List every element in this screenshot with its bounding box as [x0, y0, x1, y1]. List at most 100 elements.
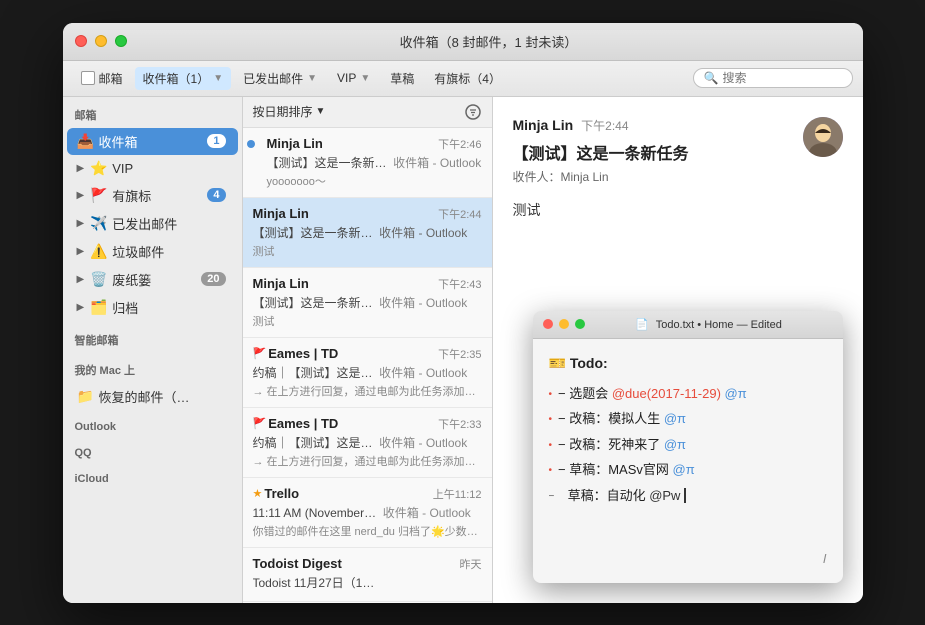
todo-tag-1: @π [664, 411, 686, 426]
sort-chevron-icon: ▼ [316, 106, 326, 117]
sidebar-section-smart: 智能邮箱 [63, 322, 242, 352]
close-button[interactable] [75, 35, 87, 47]
email-item-0[interactable]: Minja Lin 下午2:46 【测试】这是一条新… 收件箱 - Outloo… [243, 128, 492, 198]
email-header-4: 🚩 Eames | TD 下午2:33 [253, 416, 482, 432]
flagged-disclosure-icon: ▶ [77, 190, 85, 201]
email-sender-1: Minja Lin [253, 206, 439, 221]
sidebar-item-inbox[interactable]: 📥 收件箱 1 [67, 128, 238, 155]
filter-icon[interactable] [464, 103, 482, 121]
sidebar-item-recovered[interactable]: 📁 恢复的邮件（… [67, 383, 238, 410]
email-sender-6: Todoist Digest [253, 556, 460, 571]
sent-icon: ✈️ [90, 215, 106, 232]
todo-item-2: • − 改稿：死神来了 @π [549, 433, 827, 456]
email-header-1: Minja Lin 下午2:44 [253, 206, 482, 222]
todo-bullet-1: • [549, 411, 553, 429]
sidebar-recovered-label: 恢复的邮件（… [99, 387, 190, 406]
sidebar-archive-label: 归档 [112, 298, 138, 317]
email-item-3[interactable]: 🚩 Eames | TD 下午2:35 约稿｜【测试】这是… 收件箱 - Out… [243, 338, 492, 408]
inbox-tab-button[interactable]: 收件箱（1） ▼ [135, 67, 232, 90]
flagged-badge: 4 [207, 188, 225, 202]
mailbox-label: 邮箱 [99, 70, 123, 87]
todo-bullet-3: • [549, 462, 553, 480]
floating-close-button[interactable] [543, 319, 553, 329]
todo-item-4: − 草稿：自动化 @Pw [549, 484, 827, 507]
floating-body[interactable]: 🎫 Todo: • − 选题会 @due(2017-11-29) @π • − … [533, 339, 843, 583]
email-subject-3: 约稿｜【测试】这是… 收件箱 - Outlook [253, 364, 482, 381]
trash-badge: 20 [201, 272, 225, 286]
email-body: 测试 [513, 199, 843, 221]
trash-disclosure-icon: ▶ [77, 274, 85, 285]
search-input[interactable] [722, 71, 842, 85]
email-sender-4: Eames | TD [268, 416, 438, 431]
todo-bullet-2: • [549, 437, 553, 455]
sent-button[interactable]: 已发出邮件 ▼ [235, 67, 325, 90]
sidebar: 邮箱 📥 收件箱 1 ▶ ⭐ VIP ▶ 🚩 有旗标 4 ▶ ✈️ 已发出邮件 [63, 97, 243, 603]
sidebar-section-icloud: iCloud [63, 463, 242, 489]
flag-indicator-4: 🚩 [253, 417, 267, 430]
email-item-1[interactable]: Minja Lin 下午2:44 【测试】这是一条新… 收件箱 - Outloo… [243, 198, 492, 268]
email-item-2[interactable]: Minja Lin 下午2:43 【测试】这是一条新… 收件箱 - Outloo… [243, 268, 492, 338]
sort-button[interactable]: 按日期排序 ▼ [253, 103, 326, 120]
avatar [803, 117, 843, 157]
todo-due-0: @due(2017-11-29) [612, 386, 721, 401]
titlebar: 收件箱（8 封邮件，1 封未读） [63, 23, 863, 61]
email-preview-5: 你错过的邮件在这里 nerd_du 归档了🌟少数派选题箱 上的【选题】值得关注… [253, 523, 482, 539]
draft-button[interactable]: 草稿 [382, 67, 422, 90]
floating-window-title: 📄 Todo.txt • Home — Edited [585, 318, 833, 331]
cursor-position: 𝐼 [823, 552, 826, 566]
todo-item-0: • − 选题会 @due(2017-11-29) @π [549, 382, 827, 405]
sidebar-vip-label: VIP [112, 161, 133, 176]
email-subject-2: 【测试】这是一条新… 收件箱 - Outlook [253, 294, 482, 311]
todo-tag-2: @π [664, 437, 686, 452]
email-detail-header: Minja Lin 下午2:44 【测试】这是一条新任务 收件人：Minja L… [513, 117, 843, 187]
todo-item-1: • − 改稿：模拟人生 @π [549, 407, 827, 430]
floating-traffic-lights [543, 319, 585, 329]
maximize-button[interactable] [115, 35, 127, 47]
sidebar-item-vip[interactable]: ▶ ⭐ VIP [67, 156, 238, 181]
flag-icon: 🚩 [90, 187, 106, 204]
todo-text-1: − 改稿：模拟人生 @π [558, 407, 686, 430]
sidebar-flagged-label: 有旗标 [112, 186, 151, 205]
detail-time: 下午2:44 [581, 117, 628, 134]
email-item-4[interactable]: 🚩 Eames | TD 下午2:33 约稿｜【测试】这是… 收件箱 - Out… [243, 408, 492, 478]
email-subject-6: Todoist 11月27日（1… [253, 574, 482, 591]
unread-indicator [247, 140, 255, 148]
email-header-5: ★ Trello 上午11:12 [253, 486, 482, 502]
email-header-6: Todoist Digest 昨天 [253, 556, 482, 572]
todo-text-2: − 改稿：死神来了 @π [558, 433, 686, 456]
flag-indicator-3: 🚩 [253, 347, 267, 360]
sidebar-item-archive[interactable]: ▶ 🗂️ 归档 [67, 294, 238, 321]
flagged-button[interactable]: 有旗标（4） [426, 67, 509, 90]
floating-maximize-button[interactable] [575, 319, 585, 329]
mailbox-checkbox [81, 71, 95, 85]
vip-disclosure-icon: ▶ [77, 163, 85, 174]
sent-disclosure-icon: ▶ [77, 218, 85, 229]
sidebar-item-trash[interactable]: ▶ 🗑️ 废纸篓 20 [67, 266, 238, 293]
flagged-label: 有旗标（4） [434, 70, 501, 87]
inbox-icon: 📥 [77, 133, 93, 150]
sidebar-item-sent[interactable]: ▶ ✈️ 已发出邮件 [67, 210, 238, 237]
sidebar-item-junk[interactable]: ▶ ⚠️ 垃圾邮件 [67, 238, 238, 265]
search-icon: 🔍 [704, 71, 719, 85]
sidebar-inbox-label: 收件箱 [99, 132, 138, 151]
email-list-header: 按日期排序 ▼ [243, 97, 492, 128]
sidebar-section-mac: 我的 Mac 上 [63, 352, 242, 382]
email-time-0: 下午2:46 [438, 136, 481, 152]
email-item-6[interactable]: Todoist Digest 昨天 Todoist 11月27日（1… [243, 548, 492, 602]
email-item-5[interactable]: ★ Trello 上午11:12 11:11 AM (November… 收件箱… [243, 478, 492, 548]
sidebar-item-flagged[interactable]: ▶ 🚩 有旗标 4 [67, 182, 238, 209]
search-box[interactable]: 🔍 [693, 68, 853, 88]
detail-to: 收件人：Minja Lin [513, 168, 803, 185]
todo-text-3: − 草稿：MASv官网 @π [558, 458, 695, 481]
email-list: 按日期排序 ▼ Minja Lin 下午2:46 【测试】这是一条新… 收件箱 … [243, 97, 493, 603]
vip-button[interactable]: VIP ▼ [329, 68, 378, 88]
avatar-image [803, 117, 843, 157]
trash-icon: 🗑️ [90, 271, 106, 288]
floating-minimize-button[interactable] [559, 319, 569, 329]
minimize-button[interactable] [95, 35, 107, 47]
todo-text-0: − 选题会 @due(2017-11-29) @π [558, 382, 747, 405]
vip-label: VIP [337, 71, 356, 85]
detail-subject: 【测试】这是一条新任务 [513, 140, 803, 164]
email-body-text: 测试 [513, 199, 843, 221]
mailbox-button[interactable]: 邮箱 [73, 67, 131, 90]
